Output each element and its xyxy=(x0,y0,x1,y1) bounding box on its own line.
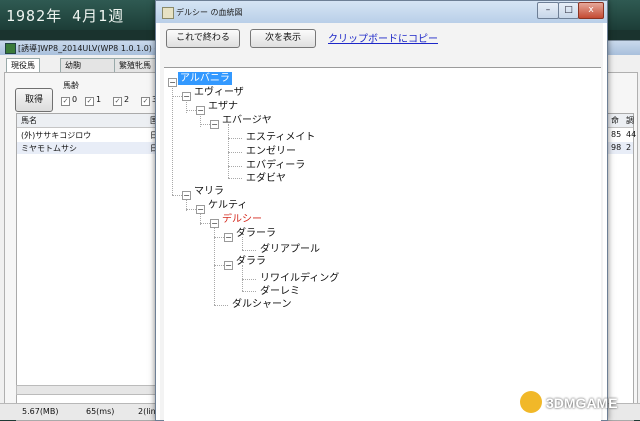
tree-connector xyxy=(186,209,196,210)
tree-connector xyxy=(214,265,224,266)
tree-node[interactable]: ダラーラ xyxy=(234,227,278,240)
tree-node[interactable]: エスティメイト xyxy=(244,131,317,144)
pedigree-tree: − − − − − − − − − アルバニラ エヴィーザ エザナ エバージヤ … xyxy=(164,67,601,421)
horse-life: 85 xyxy=(611,130,622,139)
tree-node-current-horse[interactable]: デルシー xyxy=(220,213,264,226)
tree-connector xyxy=(172,195,182,196)
collapse-toggle-icon[interactable]: − xyxy=(196,106,205,115)
horse-condition: 2 xyxy=(626,143,632,152)
tree-connector xyxy=(228,138,242,139)
horse-name: (外)ササキコジロウ xyxy=(21,131,92,140)
tab-active-horses[interactable]: 現役馬 xyxy=(6,58,40,72)
tree-node[interactable]: エバディーラ xyxy=(244,159,307,172)
header-condition[interactable]: 調 xyxy=(626,115,634,126)
tab-foals[interactable]: 幼駒 xyxy=(60,58,118,72)
tree-node[interactable]: ダララ xyxy=(234,255,268,268)
age-label: 馬齢 xyxy=(63,81,79,90)
header-name[interactable]: 馬名 xyxy=(21,115,37,126)
collapse-toggle-icon[interactable]: − xyxy=(168,78,177,87)
checkbox-icon: ✓ xyxy=(113,97,122,106)
tree-connector xyxy=(214,305,228,306)
dialog-title: デルシー の血統図 xyxy=(176,8,243,17)
mascot-logo-icon xyxy=(520,391,542,413)
copy-to-clipboard-link[interactable]: クリップボードにコピー xyxy=(328,30,438,45)
age-checkbox-0[interactable]: ✓ 0 xyxy=(61,95,77,106)
collapse-toggle-icon[interactable]: − xyxy=(224,261,233,270)
dialog-body: これで終わる 次を表示 クリップボードにコピー − − − − − − − − … xyxy=(160,23,603,421)
status-time: 65(ms) xyxy=(86,407,115,416)
collapse-toggle-icon[interactable]: − xyxy=(224,233,233,242)
app-icon xyxy=(5,43,16,54)
horse-name: ミヤモトムサシ xyxy=(21,144,77,153)
tree-connector xyxy=(242,250,256,251)
status-lines: 2(lin xyxy=(138,407,156,416)
tree-node[interactable]: マリラ xyxy=(192,185,226,198)
pedigree-dialog: デルシー の血統図 – □ x これで終わる 次を表示 クリップボードにコピー xyxy=(155,0,608,421)
tree-node[interactable]: ダーレミ xyxy=(258,285,302,298)
tree-connector xyxy=(172,82,173,195)
horse-life: 98 xyxy=(611,143,622,152)
header-life[interactable]: 命 xyxy=(611,115,619,126)
site-watermark: 3DMGAME xyxy=(520,388,638,416)
tree-connector xyxy=(242,279,256,280)
collapse-toggle-icon[interactable]: − xyxy=(182,191,191,200)
tree-node[interactable]: リワイルディング xyxy=(258,272,341,285)
tool-window-title: [誘導]WP8_2014ULV(WP8 1.0.1.0) - xyxy=(18,44,158,53)
tree-node[interactable]: エヴィーザ xyxy=(192,86,246,99)
tree-node[interactable]: ケルティ xyxy=(206,199,249,212)
tree-connector xyxy=(242,291,256,292)
tree-connector xyxy=(200,223,210,224)
age-checkbox-1[interactable]: ✓ 1 xyxy=(85,95,101,106)
tree-connector xyxy=(228,178,242,179)
tree-connector xyxy=(228,124,229,178)
tree-connector xyxy=(200,124,210,125)
tree-connector xyxy=(242,265,243,291)
checkbox-icon: ✓ xyxy=(141,97,150,106)
collapse-toggle-icon[interactable]: − xyxy=(182,92,191,101)
tree-connector xyxy=(172,96,182,97)
next-button[interactable]: 次を表示 xyxy=(250,29,316,48)
watermark-text: 3DMGAME xyxy=(546,395,618,411)
dialog-icon xyxy=(162,7,174,19)
dialog-titlebar[interactable]: デルシー の血統図 – □ x xyxy=(156,1,607,23)
tree-node-root[interactable]: アルバニラ xyxy=(178,72,232,85)
collapse-toggle-icon[interactable]: − xyxy=(210,120,219,129)
tree-connector xyxy=(228,152,242,153)
tree-node[interactable]: エバージヤ xyxy=(220,114,274,127)
tree-node[interactable]: ダルシャーン xyxy=(230,298,294,311)
tree-connector xyxy=(186,110,196,111)
collapse-toggle-icon[interactable]: − xyxy=(196,205,205,214)
tree-node[interactable]: エンゼリー xyxy=(244,145,298,158)
tree-node[interactable]: エザナ xyxy=(206,100,240,113)
tree-connector xyxy=(228,166,242,167)
age-checkbox-2[interactable]: ✓ 2 xyxy=(113,95,129,106)
checkbox-icon: ✓ xyxy=(85,97,94,106)
finish-button[interactable]: これで終わる xyxy=(166,29,240,48)
tree-connector xyxy=(214,237,224,238)
tree-node[interactable]: エダビヤ xyxy=(244,172,288,185)
checkbox-icon: ✓ xyxy=(61,97,70,106)
horse-condition: 44 xyxy=(626,130,637,139)
game-date: 1982年 4月1週 xyxy=(6,7,125,25)
minimize-button[interactable]: – xyxy=(537,2,559,19)
collapse-toggle-icon[interactable]: − xyxy=(210,219,219,228)
close-button[interactable]: x xyxy=(578,2,604,19)
status-memory: 5.67(MB) xyxy=(22,407,59,416)
tree-connector xyxy=(214,223,215,305)
grid-scrollbar[interactable] xyxy=(16,385,158,395)
maximize-button[interactable]: □ xyxy=(558,2,579,19)
fetch-button[interactable]: 取得 xyxy=(15,88,53,112)
